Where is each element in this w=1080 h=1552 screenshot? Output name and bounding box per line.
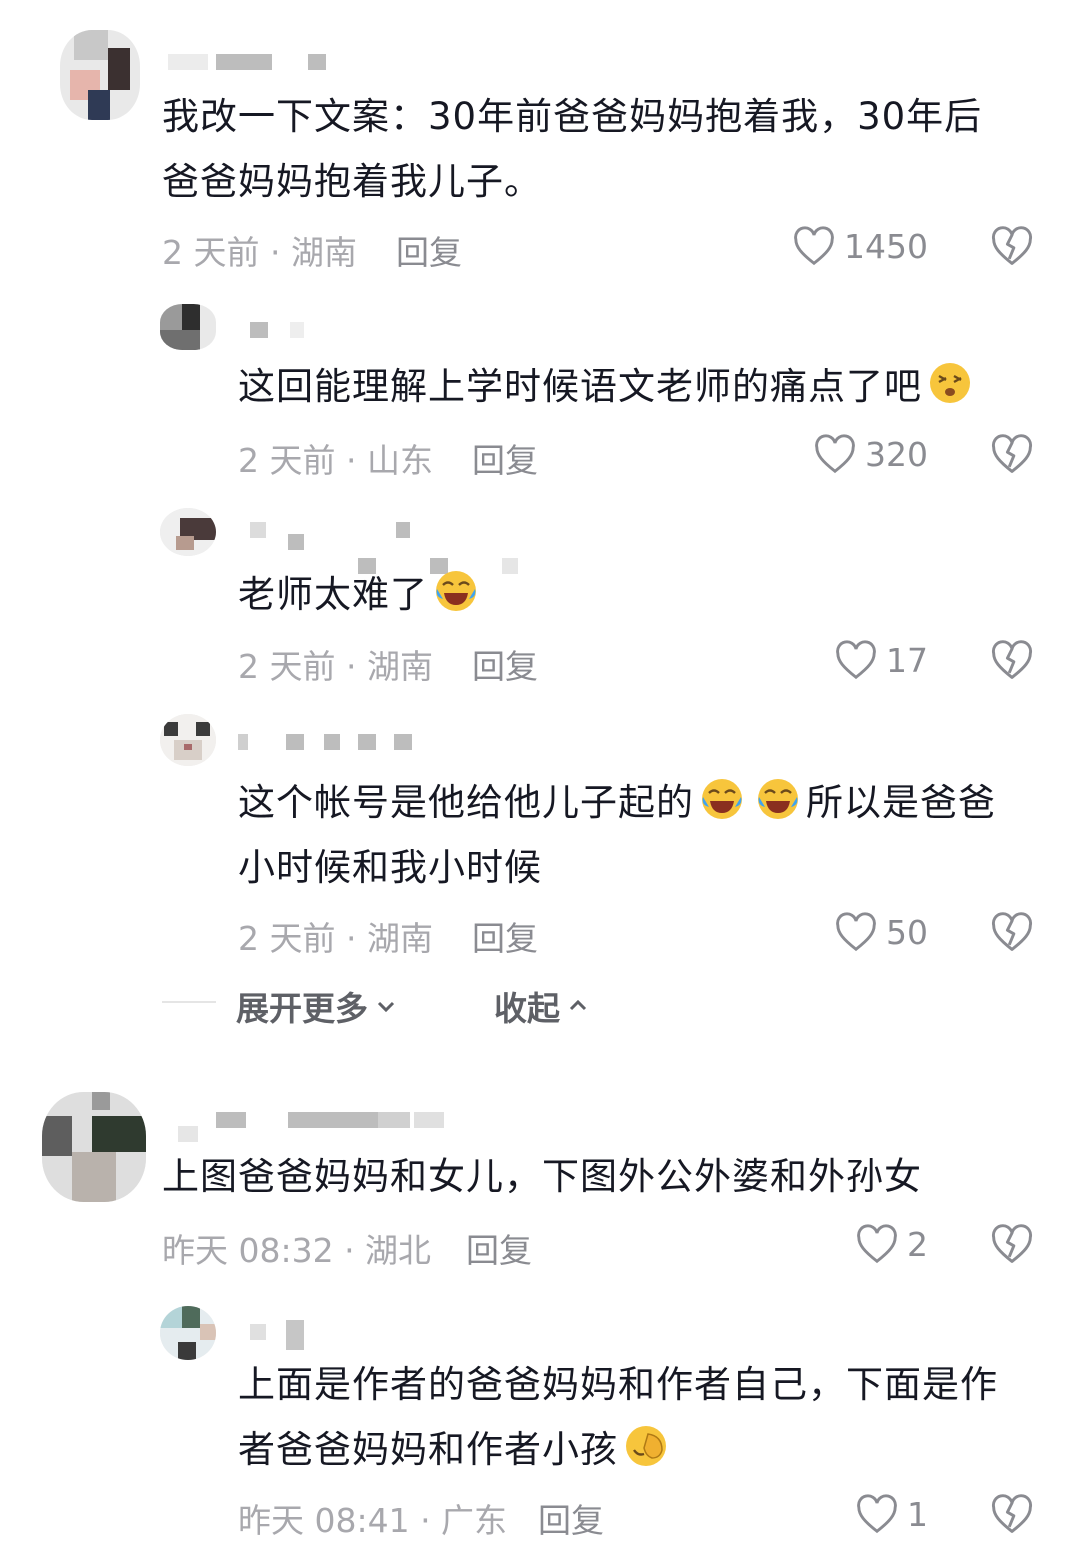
like-button[interactable]: 50 <box>834 910 928 954</box>
like-button[interactable]: 320 <box>813 432 928 476</box>
expand-more-button[interactable]: 展开更多 <box>236 982 398 1030</box>
like-count: 1450 <box>844 226 928 266</box>
broken-heart-icon[interactable] <box>990 432 1034 476</box>
comment-text: 这个帐号是他给他儿子起的 所以是爸爸 小时候和我小时候 <box>238 770 996 900</box>
heart-outline-icon <box>815 434 855 474</box>
comment-meta: 昨天 08:41 · 广东 <box>238 1501 508 1540</box>
dizzy-face-emoji <box>930 363 970 403</box>
like-button[interactable]: 2 <box>855 1222 928 1266</box>
username-redacted[interactable] <box>178 1112 458 1142</box>
comment-text: 上面是作者的爸爸妈妈和作者自己，下面是作 者爸爸妈妈和作者小孩 <box>238 1363 998 1471</box>
reply-button[interactable]: 回复 <box>538 1494 604 1542</box>
comment-meta: 昨天 08:32 · 湖北 <box>162 1231 432 1270</box>
comment-meta: 2 天前 · 湖南 <box>238 919 433 958</box>
reply-item: 上面是作者的爸爸妈妈和作者自己，下面是作 者爸爸妈妈和作者小孩 昨天 08:41… <box>0 1300 1080 1552</box>
comment-text: 这回能理解上学时候语文老师的痛点了吧 <box>238 354 978 419</box>
reply-button[interactable]: 回复 <box>472 912 538 960</box>
heart-outline-icon <box>836 640 876 680</box>
reply-button[interactable]: 回复 <box>472 434 538 482</box>
reply-button[interactable]: 回复 <box>396 226 462 274</box>
comment-text: 上图爸爸妈妈和女儿，下图外公外婆和外孙女 <box>162 1155 922 1198</box>
comment-item: 我改一下文案：30年前爸爸妈妈抱着我，30年后 爸爸妈妈抱着我儿子。 2 天前 … <box>0 0 1080 290</box>
avatar[interactable] <box>42 1092 146 1202</box>
like-button[interactable]: 1450 <box>792 224 928 268</box>
heart-outline-icon <box>836 912 876 952</box>
comment-item: 上图爸爸妈妈和女儿，下图外公外婆和外孙女 昨天 08:32 · 湖北 回复 2 <box>0 1086 1080 1286</box>
crying-laughing-emoji <box>702 779 742 819</box>
comment-meta: 2 天前 · 湖南 <box>238 647 433 686</box>
expand-more-label: 展开更多 <box>236 989 368 1028</box>
heart-outline-icon <box>794 226 834 266</box>
avatar[interactable] <box>160 1306 216 1360</box>
broken-heart-icon[interactable] <box>990 224 1034 268</box>
collapse-label: 收起 <box>494 989 560 1028</box>
reply-item: 这回能理解上学时候语文老师的痛点了吧 2 天前 · 山东 回复 320 <box>0 290 1080 500</box>
thread-divider <box>162 1001 216 1003</box>
broken-heart-icon[interactable] <box>990 910 1034 954</box>
reply-button[interactable]: 回复 <box>466 1224 532 1272</box>
username-redacted[interactable] <box>168 54 388 70</box>
like-count: 17 <box>886 640 928 680</box>
crying-laughing-emoji <box>436 571 476 611</box>
like-button[interactable]: 17 <box>834 638 928 682</box>
like-count: 320 <box>865 434 928 474</box>
chevron-down-icon <box>377 1001 395 1013</box>
collapse-button[interactable]: 收起 <box>494 982 590 1030</box>
username-redacted[interactable] <box>250 322 310 338</box>
heart-outline-icon <box>857 1224 897 1264</box>
chevron-up-icon <box>569 999 587 1011</box>
broken-heart-icon[interactable] <box>990 638 1034 682</box>
reply-item: 这个帐号是他给他儿子起的 所以是爸爸 小时候和我小时候 2 天前 · 湖南 回复 … <box>0 706 1080 968</box>
username-redacted[interactable] <box>238 734 418 750</box>
reply-button[interactable]: 回复 <box>472 640 538 688</box>
comment-meta: 2 天前 · 湖南 <box>162 233 357 272</box>
crying-laughing-emoji <box>758 779 798 819</box>
avatar[interactable] <box>160 508 216 556</box>
comment-meta: 2 天前 · 山东 <box>238 441 433 480</box>
avatar[interactable] <box>160 714 216 766</box>
heart-outline-icon <box>857 1494 897 1534</box>
comment-text: 我改一下文案：30年前爸爸妈妈抱着我，30年后 爸爸妈妈抱着我儿子。 <box>162 95 983 203</box>
like-count: 2 <box>907 1224 928 1264</box>
like-button[interactable]: 1 <box>855 1492 928 1536</box>
like-count: 1 <box>907 1494 928 1534</box>
reply-item: 老师太难了 2 天前 · 湖南 回复 17 <box>0 500 1080 706</box>
avatar[interactable] <box>160 304 216 350</box>
username-redacted[interactable] <box>250 1320 310 1350</box>
like-count: 50 <box>886 912 928 952</box>
comment-text: 老师太难了 <box>238 562 484 627</box>
avatar[interactable] <box>60 30 140 120</box>
broken-heart-icon[interactable] <box>990 1222 1034 1266</box>
facepalm-emoji <box>626 1426 666 1466</box>
broken-heart-icon[interactable] <box>990 1492 1034 1536</box>
username-redacted[interactable] <box>250 522 520 574</box>
